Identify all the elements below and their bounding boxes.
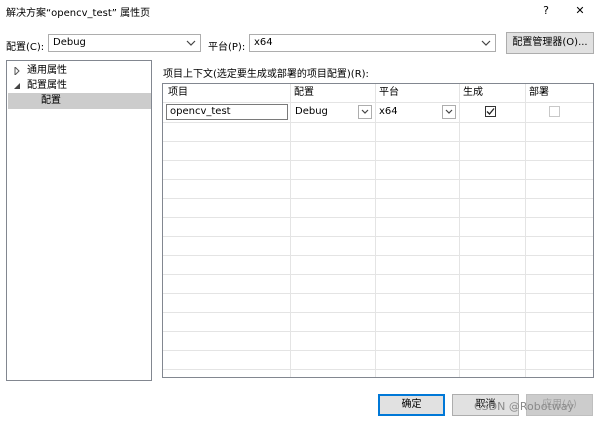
deploy-checkbox bbox=[549, 106, 560, 117]
row-divider bbox=[163, 312, 593, 313]
platform-label: 平台(P): bbox=[208, 42, 246, 53]
column-divider bbox=[525, 84, 526, 377]
tree-item-configuration[interactable]: 配置 bbox=[41, 93, 61, 109]
column-divider bbox=[375, 84, 376, 377]
row-platform-value[interactable]: x64 bbox=[379, 104, 398, 120]
close-button[interactable]: ✕ bbox=[570, 1, 590, 21]
watermark-text: CSDN @Robotway bbox=[474, 400, 575, 413]
property-tree: 通用属性 配置属性 配置 bbox=[6, 60, 152, 381]
config-manager-button[interactable]: 配置管理器(O)... bbox=[506, 32, 594, 54]
row-divider bbox=[163, 331, 593, 332]
row-configuration-value[interactable]: Debug bbox=[295, 104, 328, 120]
row-divider bbox=[163, 274, 593, 275]
tree-selection-highlight bbox=[8, 93, 151, 109]
checkmark-icon bbox=[486, 108, 495, 115]
chevron-down-icon bbox=[481, 40, 491, 46]
expand-arrow-icon[interactable] bbox=[13, 67, 21, 75]
column-header-platform: 平台 bbox=[379, 87, 399, 98]
ok-button[interactable]: 确定 bbox=[378, 394, 445, 416]
column-header-configuration: 配置 bbox=[294, 87, 314, 98]
grid-caption: 项目上下文(选定要生成或部署的项目配置)(R): bbox=[163, 69, 369, 80]
column-divider bbox=[459, 84, 460, 377]
project-context-grid: 项目 配置 平台 生成 部署 opencv_test Debug x64 bbox=[162, 83, 594, 378]
chevron-down-icon bbox=[361, 109, 369, 114]
column-header-deploy: 部署 bbox=[529, 87, 549, 98]
row-platform-dropdown[interactable] bbox=[442, 105, 456, 119]
tree-item-label: 通用属性 bbox=[27, 65, 67, 76]
row-divider bbox=[163, 160, 593, 161]
collapse-arrow-icon[interactable] bbox=[13, 82, 21, 90]
row-divider bbox=[163, 255, 593, 256]
row-divider bbox=[163, 236, 593, 237]
row-divider bbox=[163, 179, 593, 180]
help-button[interactable]: ? bbox=[536, 1, 556, 21]
column-header-project: 项目 bbox=[168, 87, 188, 98]
tree-item-label: 配置 bbox=[41, 95, 61, 106]
chevron-down-icon bbox=[186, 40, 196, 46]
config-dropdown[interactable]: Debug bbox=[48, 34, 201, 52]
project-name-cell[interactable]: opencv_test bbox=[166, 104, 288, 120]
platform-dropdown[interactable]: x64 bbox=[249, 34, 496, 52]
row-divider bbox=[163, 217, 593, 218]
platform-dropdown-value: x64 bbox=[254, 37, 273, 48]
config-label: 配置(C): bbox=[6, 42, 45, 53]
tree-item-label: 配置属性 bbox=[27, 80, 67, 91]
build-checkbox[interactable] bbox=[485, 106, 496, 117]
config-dropdown-value: Debug bbox=[53, 37, 86, 48]
row-configuration-dropdown[interactable] bbox=[358, 105, 372, 119]
window-title: 解决方案“opencv_test” 属性页 bbox=[6, 8, 151, 19]
chevron-down-icon bbox=[445, 109, 453, 114]
column-divider bbox=[290, 84, 291, 377]
column-header-build: 生成 bbox=[463, 87, 483, 98]
title-bar: 解决方案“opencv_test” 属性页 ? ✕ bbox=[0, 0, 600, 22]
row-divider bbox=[163, 369, 593, 370]
row-divider bbox=[163, 122, 593, 123]
row-divider bbox=[163, 102, 593, 103]
row-divider bbox=[163, 350, 593, 351]
row-divider bbox=[163, 198, 593, 199]
row-divider bbox=[163, 141, 593, 142]
row-divider bbox=[163, 293, 593, 294]
